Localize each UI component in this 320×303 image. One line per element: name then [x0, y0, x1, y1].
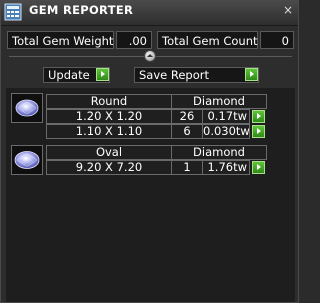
collapse-toggle-icon[interactable] [144, 50, 156, 62]
gem-reporter-panel: GEM REPORTER × Total Gem Weight .00 Tota… [0, 0, 299, 303]
gem-size: 1.10 X 1.10 [46, 124, 172, 139]
gem-weight: 0.030tw [202, 124, 250, 139]
gem-count: 26 [171, 109, 203, 124]
gem-count: 1 [171, 160, 203, 175]
window-title: GEM REPORTER [29, 3, 134, 17]
close-icon[interactable]: × [283, 4, 293, 16]
update-button[interactable]: Update [43, 67, 110, 83]
play-arrow-icon [96, 68, 109, 81]
play-arrow-icon[interactable] [252, 110, 265, 123]
gem-count: 6 [171, 124, 203, 139]
report-icon [4, 3, 22, 21]
total-gem-weight-value: .00 [116, 31, 152, 49]
gem-shape-label: Oval [46, 145, 172, 160]
gem-size: 1.20 X 1.20 [46, 109, 172, 124]
gem-weight: 0.17tw [202, 109, 250, 124]
play-arrow-icon[interactable] [252, 125, 265, 138]
update-button-label: Update [48, 68, 90, 82]
round-diamond-icon[interactable] [11, 93, 43, 123]
total-gem-weight-label: Total Gem Weight [7, 31, 114, 49]
oval-diamond-icon[interactable] [11, 145, 43, 175]
play-arrow-icon [245, 68, 258, 81]
gem-list: Round Diamond 1.20 X 1.20 26 0.17tw 1.10… [6, 88, 295, 302]
save-report-button[interactable]: Save Report [134, 67, 259, 83]
gem-size: 9.20 X 7.20 [46, 160, 172, 175]
total-gem-count-value: 0 [260, 31, 294, 49]
title-bar[interactable]: GEM REPORTER × [1, 1, 298, 26]
gem-material-label: Diamond [171, 145, 267, 160]
total-gem-count-label: Total Gem Count [157, 31, 258, 49]
gem-shape-label: Round [46, 94, 172, 109]
gem-weight: 1.76tw [202, 160, 250, 175]
gem-material-label: Diamond [171, 94, 267, 109]
save-report-button-label: Save Report [139, 68, 210, 82]
play-arrow-icon[interactable] [252, 161, 265, 174]
